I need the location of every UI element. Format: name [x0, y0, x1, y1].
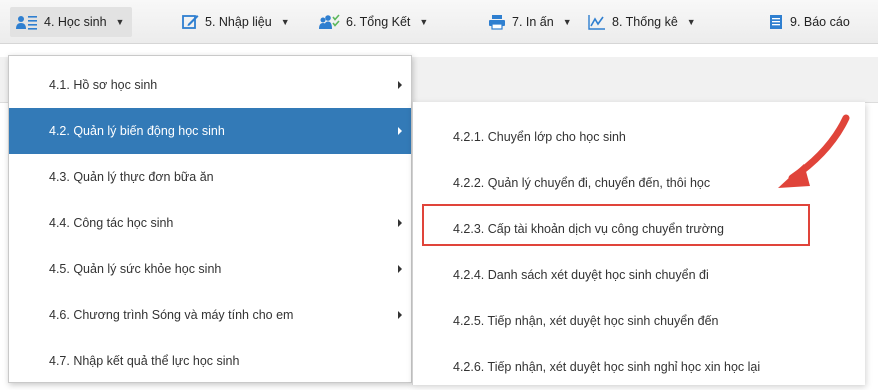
- menu-item-fitness-results[interactable]: 4.7. Nhập kết quả thể lực học sinh: [9, 338, 411, 384]
- menu-item-student-health[interactable]: 4.5. Quản lý sức khỏe học sinh: [9, 246, 411, 292]
- menu-item-student-affairs[interactable]: 4.4. Công tác học sinh: [9, 200, 411, 246]
- chevron-down-icon: ▼: [686, 17, 696, 27]
- menu-item-student-records[interactable]: 4.1. Hồ sơ học sinh: [9, 62, 411, 108]
- menu-item-student-changes[interactable]: 4.2. Quản lý biến động học sinh: [9, 108, 411, 154]
- menu-item-computer-program[interactable]: 4.6. Chương trình Sóng và máy tính cho e…: [9, 292, 411, 338]
- submenu-item-label: 4.2.4. Danh sách xét duyệt học sinh chuy…: [453, 268, 709, 282]
- submenu-item-readmission-approval[interactable]: 4.2.6. Tiếp nhận, xét duyệt học sinh ngh…: [413, 344, 865, 390]
- submenu-arrow-icon: [398, 311, 402, 319]
- submenu-item-label: 4.2.3. Cấp tài khoản dịch vụ công chuyển…: [453, 222, 724, 236]
- printer-icon: [488, 14, 506, 30]
- submenu-item-outgoing-approval[interactable]: 4.2.4. Danh sách xét duyệt học sinh chuy…: [413, 252, 865, 298]
- menu-item-label: 4.5. Quản lý sức khỏe học sinh: [49, 262, 222, 276]
- submenu-arrow-icon: [398, 127, 402, 135]
- menu-item-label: 4.2. Quản lý biến động học sinh: [49, 124, 225, 138]
- submenu-item-public-service-account[interactable]: 4.2.3. Cấp tài khoản dịch vụ công chuyển…: [413, 206, 865, 252]
- menu-item-meal-menu[interactable]: 4.3. Quản lý thực đơn bữa ăn: [9, 154, 411, 200]
- nav-printing[interactable]: 7. In ấn ▼: [488, 11, 572, 33]
- chevron-down-icon: ▼: [419, 17, 429, 27]
- submenu-item-label: 4.2.2. Quản lý chuyển đi, chuyển đến, th…: [453, 176, 711, 190]
- summary-users-icon: [318, 14, 340, 30]
- students-dropdown-menu: 4.1. Hồ sơ học sinh 4.2. Quản lý biến độ…: [8, 55, 412, 383]
- top-navbar: 4. Học sinh ▼ 5. Nhập liệu ▼ 6. Tổng Kết…: [0, 0, 878, 44]
- chevron-down-icon: ▼: [115, 17, 125, 27]
- menu-item-label: 4.1. Hồ sơ học sinh: [49, 78, 158, 92]
- submenu-item-label: 4.2.5. Tiếp nhận, xét duyệt học sinh chu…: [453, 314, 719, 328]
- submenu-arrow-icon: [398, 219, 402, 227]
- chevron-down-icon: ▼: [562, 17, 572, 27]
- red-arrow-icon: [778, 114, 850, 188]
- nav-data-entry-label: 5. Nhập liệu: [205, 15, 272, 29]
- submenu-item-label: 4.2.6. Tiếp nhận, xét duyệt học sinh ngh…: [453, 360, 761, 374]
- report-icon: [768, 14, 784, 30]
- menu-item-label: 4.6. Chương trình Sóng và máy tính cho e…: [49, 308, 294, 322]
- nav-summary-label: 6. Tổng Kết: [346, 15, 411, 29]
- menu-item-label: 4.4. Công tác học sinh: [49, 216, 174, 230]
- submenu-item-incoming-approval[interactable]: 4.2.5. Tiếp nhận, xét duyệt học sinh chu…: [413, 298, 865, 344]
- chevron-down-icon: ▼: [280, 17, 290, 27]
- nav-statistics-label: 8. Thống kê: [612, 15, 678, 29]
- nav-summary[interactable]: 6. Tổng Kết ▼: [318, 11, 428, 33]
- nav-reports[interactable]: 9. Báo cáo: [768, 11, 850, 33]
- nav-students-label: 4. Học sinh: [44, 15, 107, 29]
- nav-statistics[interactable]: 8. Thống kê ▼: [588, 11, 696, 33]
- nav-reports-label: 9. Báo cáo: [790, 15, 850, 29]
- edit-icon: [182, 14, 199, 30]
- students-list-icon: [16, 14, 38, 30]
- menu-item-label: 4.7. Nhập kết quả thể lực học sinh: [49, 354, 240, 368]
- submenu-arrow-icon: [398, 81, 402, 89]
- nav-students[interactable]: 4. Học sinh ▼: [10, 7, 133, 37]
- submenu-arrow-icon: [398, 265, 402, 273]
- line-chart-icon: [588, 14, 606, 30]
- menu-item-label: 4.3. Quản lý thực đơn bữa ăn: [49, 170, 214, 184]
- nav-printing-label: 7. In ấn: [512, 15, 554, 29]
- nav-data-entry[interactable]: 5. Nhập liệu ▼: [182, 11, 290, 33]
- submenu-item-label: 4.2.1. Chuyển lớp cho học sinh: [453, 130, 626, 144]
